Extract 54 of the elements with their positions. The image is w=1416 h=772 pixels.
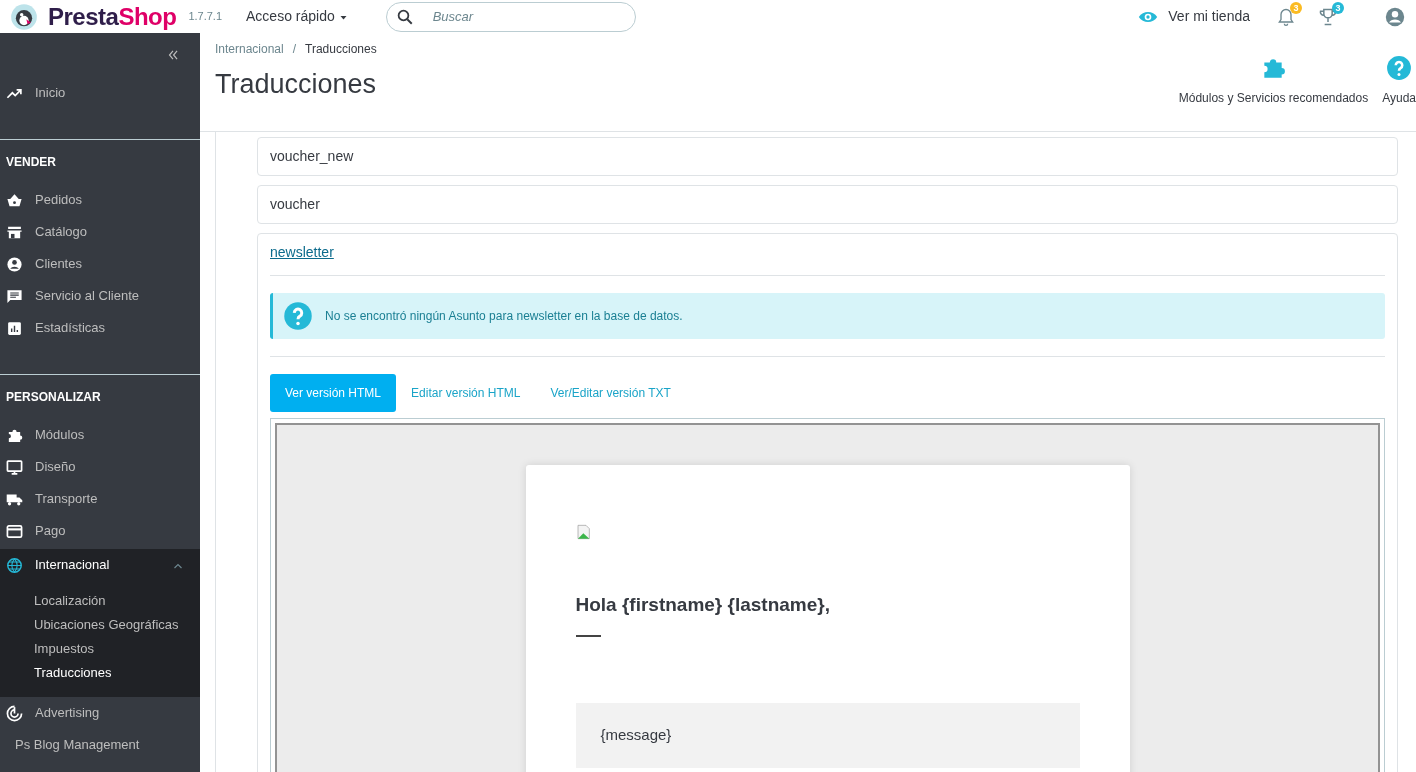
globe-icon [6, 556, 23, 574]
count-badge: 3 [1290, 1, 1302, 14]
alert-message: No se encontró ningún Asunto para newsletter en la base de datos. [325, 308, 683, 325]
template-row[interactable]: voucher_new [257, 137, 1398, 176]
trophy-icon[interactable] [1318, 6, 1338, 27]
submenu-item[interactable]: Localización [0, 589, 200, 613]
submenu-item[interactable]: Ubicaciones Geográficas [0, 613, 200, 637]
sidebar-item[interactable]: Inicio [0, 77, 200, 109]
search-field[interactable]: Buscar [385, 1, 636, 32]
bell-icon[interactable] [1276, 6, 1296, 27]
section-heading: VENDER [0, 139, 200, 184]
chat-bubble-icon [6, 287, 23, 305]
logo-icon [10, 2, 38, 31]
sidebar-item[interactable]: Diseño [0, 451, 200, 483]
message-text-block: {message} [575, 703, 1080, 768]
sidebar-item[interactable]: Advertising [0, 697, 200, 729]
collapse-icon[interactable] [166, 48, 180, 62]
sidebar-item[interactable]: Clientes [0, 248, 200, 280]
basket-icon [6, 191, 23, 209]
target-icon [6, 704, 23, 722]
submenu-item[interactable]: Impuestos [0, 637, 200, 661]
sidebar-item[interactable]: Servicio al Cliente [0, 280, 200, 312]
breadcrumb-link[interactable]: Traducciones [305, 42, 377, 56]
sidebar-item[interactable]: Estadísticas [0, 312, 200, 344]
sidebar-item[interactable]: Transporte [0, 483, 200, 515]
toolbar-button[interactable]: Módulos y Servicios recomendados [1178, 33, 1369, 131]
toolbar-button[interactable]: Ayuda [1382, 33, 1416, 131]
sidebar-item[interactable]: Pedidos [0, 184, 200, 216]
greeting-heading: Hola {firstname} {lastname}, [575, 592, 831, 617]
version-label: 1.7.7.1 [188, 9, 223, 25]
quick-access-dropdown[interactable]: Acceso rápido [240, 5, 354, 28]
breadcrumb-separator: / [292, 42, 297, 56]
count-badge: 3 [1332, 1, 1344, 14]
user-avatar-icon[interactable] [1384, 5, 1406, 28]
submenu-item[interactable]: Traducciones [0, 661, 200, 685]
page-title: Traducciones [215, 68, 378, 101]
sidebar-item[interactable]: Catálogo [0, 216, 200, 248]
search-icon [395, 7, 414, 26]
sidebar-item[interactable]: Ps Blog Management [0, 729, 200, 761]
breadcrumb-link[interactable]: Internacional [215, 42, 284, 56]
broken-image-icon [575, 523, 592, 540]
view-shop-link[interactable]: Ver mi tienda [1138, 6, 1250, 27]
bar-chart-icon [6, 319, 23, 337]
person-icon [6, 255, 23, 273]
template-link[interactable]: newsletter [270, 244, 334, 260]
section-heading: PERSONALIZAR [0, 374, 200, 419]
credit-card-icon [6, 522, 23, 540]
sidebar-item[interactable]: Pago [0, 515, 200, 547]
logo-text: PrestaShop [48, 1, 177, 32]
monitor-icon [6, 458, 23, 476]
template-row[interactable]: voucher [257, 185, 1398, 224]
sidebar-item[interactable]: Módulos [0, 419, 200, 451]
help-icon [1386, 55, 1413, 81]
help-icon [283, 301, 313, 331]
